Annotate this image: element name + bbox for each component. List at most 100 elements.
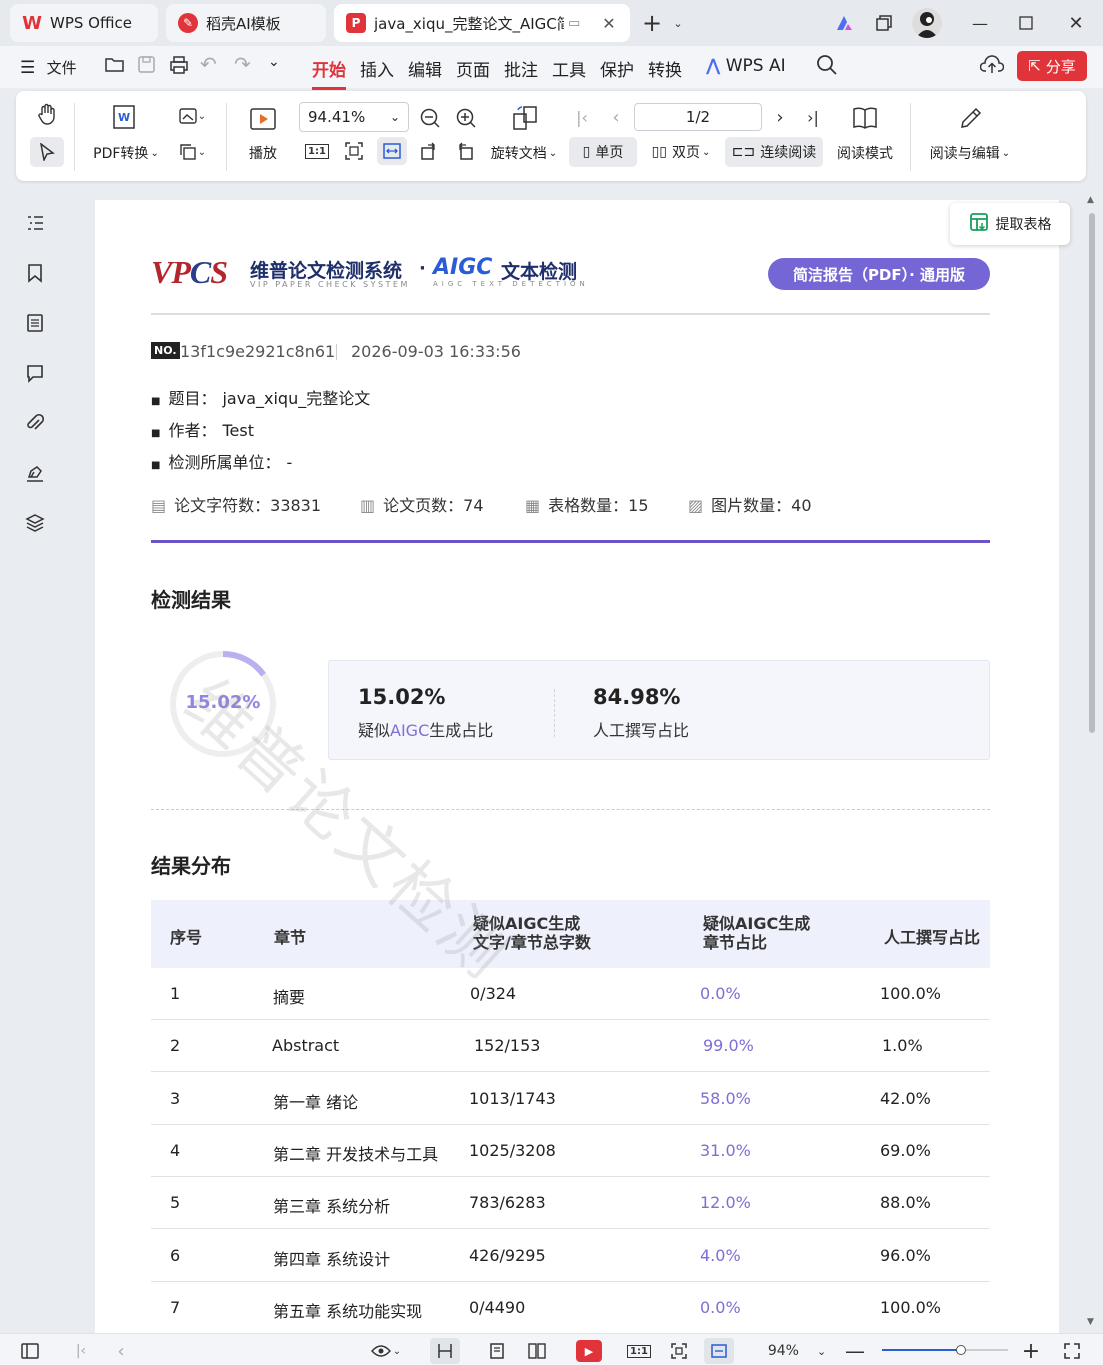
page-number-input[interactable]: 1/2 [634,103,762,131]
menu-tab-annotate[interactable]: 批注 [504,56,538,81]
actual-size-icon[interactable]: 1:1 [304,139,330,163]
select-tool-icon[interactable] [30,137,64,167]
tab-docer[interactable]: ✎ 稻壳AI模板 [166,4,326,42]
tab-wps-office[interactable]: W WPS Office [10,4,158,42]
play-icon[interactable] [248,105,278,133]
menu-tab-page[interactable]: 页面 [456,56,490,81]
unit-row: ■ 检测所属单位： - [151,453,293,472]
extract-table-button[interactable]: 提取表格 [950,203,1070,245]
next-page-icon[interactable]: › [770,107,790,128]
zoom-out-icon[interactable] [418,106,442,130]
double-page-view-icon[interactable] [524,1340,550,1362]
chevron-down-icon[interactable]: ⌄ [664,10,692,36]
wps-ai-icon[interactable] [830,10,858,36]
open-folder-icon[interactable] [104,54,126,81]
outline-icon[interactable] [24,212,46,234]
avatar[interactable] [912,8,942,38]
zoom-in-icon[interactable] [454,106,478,130]
menu-tab-convert[interactable]: 转换 [648,56,682,81]
cell-human: 42.0% [880,1089,931,1108]
search-icon[interactable] [816,54,838,81]
read-mode-button[interactable]: 阅读模式 [830,143,900,163]
single-page-view-icon[interactable] [484,1340,510,1362]
undo-icon[interactable]: ↶ [200,52,217,76]
close-window-icon[interactable]: ✕ [1062,10,1090,36]
eye-view-icon[interactable]: ⌄ [366,1340,406,1362]
first-page-icon[interactable]: |‹ [572,107,592,127]
minimize-icon[interactable]: — [966,10,994,36]
more-chevron-icon[interactable]: ⌄ [268,54,280,70]
new-tab-icon[interactable]: + [638,9,666,37]
section-divider [151,540,990,543]
fullscreen-icon[interactable] [1060,1340,1084,1362]
menu-tab-insert[interactable]: 插入 [360,56,394,81]
report-type-badge: 简洁报告（PDF）· 通用版 [768,258,990,290]
scroll-up-icon[interactable]: ▲ [1087,195,1094,205]
sidebar-toggle-icon[interactable] [18,1340,42,1362]
share-button[interactable]: ⇱ 分享 [1017,51,1087,81]
scroll-down-icon[interactable]: ▼ [1087,1317,1094,1327]
last-page-icon[interactable]: ›| [802,107,824,127]
read-mode-icon[interactable] [850,103,880,133]
previous-page-icon[interactable]: ‹ [606,107,626,128]
menu-tab-edit[interactable]: 编辑 [408,56,442,81]
file-menu[interactable]: ☰ 文件 [20,57,77,78]
layers-icon[interactable] [24,512,46,534]
cell-aigc: 58.0% [700,1089,751,1108]
zoom-level-select[interactable]: 94% ⌄ [762,1340,832,1362]
continuous-read-button[interactable]: ⊏⊐ 连续阅读 [725,137,823,167]
rotate-document-icon[interactable] [510,103,540,133]
rotate-document-button[interactable]: 旋转文档 ⌄ [486,143,562,163]
zoom-slider-track[interactable] [882,1345,1008,1355]
play-button[interactable]: 播放 [238,143,288,163]
copy-tool-icon[interactable]: ⌄ [172,141,212,163]
menu-tab-home[interactable]: 开始 [312,56,346,90]
pdf-to-word-icon[interactable]: W [110,103,138,133]
first-page-icon[interactable]: |‹ [70,1340,92,1362]
read-edit-button[interactable]: 阅读与编辑 ⌄ [922,143,1018,163]
previous-page-icon[interactable]: ‹ [110,1340,132,1362]
vertical-scrollbar[interactable]: ▲ ▼ [1087,195,1097,1330]
tab-current-pdf[interactable]: P java_xiqu_完整论文_AIGC简 ▭ ✕ [334,4,630,42]
thumbnail-icon[interactable] [24,312,46,334]
close-tab-icon[interactable]: ✕ [602,14,615,33]
menu-tab-protect[interactable]: 保护 [600,56,634,81]
fit-width-icon[interactable] [377,137,407,165]
bookmark-icon[interactable] [24,262,46,284]
actual-size-icon[interactable]: 1:1 [626,1340,652,1362]
zoom-in-button[interactable]: + [1020,1339,1042,1364]
fit-page-icon[interactable] [666,1340,692,1362]
zoom-slider-handle[interactable] [955,1345,966,1355]
fit-page-icon[interactable] [341,139,367,163]
menu-wps-ai[interactable]: ⋀ WPS AI [706,56,786,76]
scrollbar-thumb[interactable] [1089,213,1095,733]
rotate-left-icon[interactable] [416,139,442,163]
hand-tool-icon[interactable] [36,103,58,125]
header-no: 序号 [170,928,203,947]
edit-pencil-icon[interactable] [956,103,986,133]
fit-width-icon[interactable] [704,1338,734,1364]
pdf-convert-button[interactable]: PDF转换 ⌄ [88,143,164,163]
print-icon[interactable] [168,54,190,81]
attachment-icon[interactable] [24,412,46,434]
redo-icon[interactable]: ↷ [234,52,251,76]
double-page-button[interactable]: ▯▯ 双页 ⌄ [644,137,718,167]
cloud-upload-icon[interactable] [979,54,1005,81]
rotate-right-icon[interactable] [452,139,478,163]
signature-icon[interactable] [24,462,46,484]
single-page-button[interactable]: ▯ 单页 [569,137,637,167]
image-tool-icon[interactable]: ⌄ [172,105,212,127]
comment-icon[interactable] [24,362,46,384]
cell-chapter: Abstract [272,1036,340,1055]
report-datetime: 2026-09-03 16:33:56 [351,342,521,361]
distribution-heading: 结果分布 [151,854,231,878]
zoom-select[interactable]: 94.41% ⌄ [299,102,409,132]
continuous-view-icon[interactable] [430,1338,460,1364]
maximize-icon[interactable] [1012,10,1040,36]
save-icon[interactable] [136,54,158,81]
menu-tab-tools[interactable]: 工具 [552,56,586,81]
docer-icon: ✎ [178,13,198,33]
play-slideshow-icon[interactable]: ▶ [576,1340,602,1362]
window-tile-icon[interactable] [870,10,898,36]
zoom-out-button[interactable]: — [844,1339,866,1363]
